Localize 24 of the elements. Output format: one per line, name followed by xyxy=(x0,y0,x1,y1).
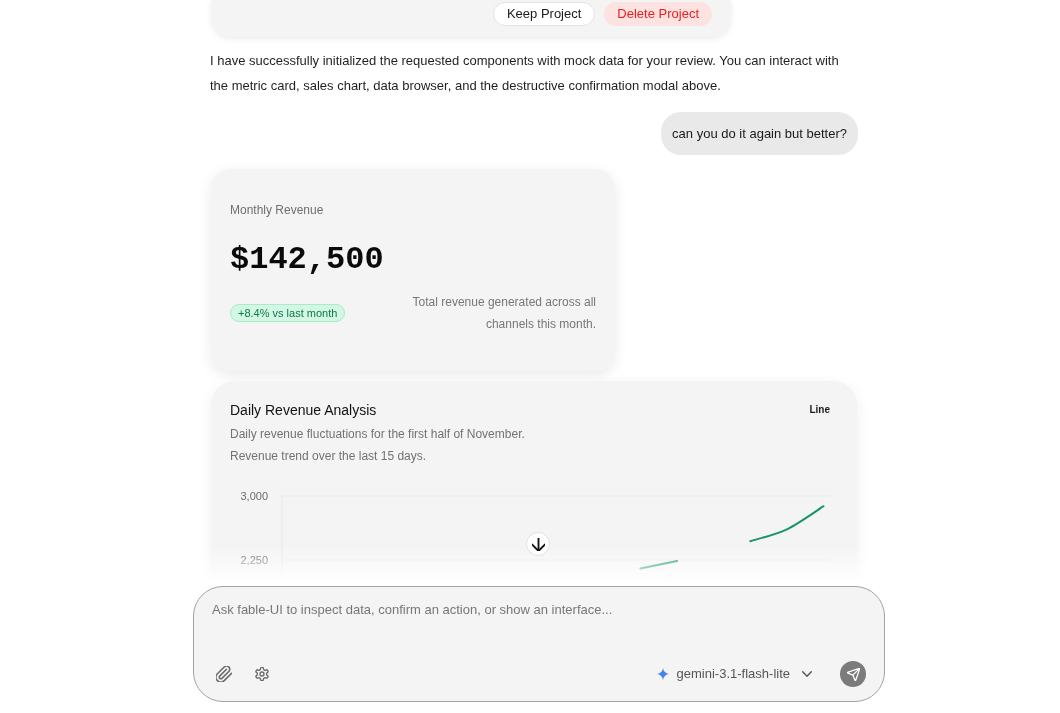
sparkle-icon xyxy=(656,668,669,680)
metric-label: Monthly Revenue xyxy=(230,202,325,218)
chart-description: Daily revenue fluctuations for the first half of November. xyxy=(230,426,525,443)
chevron-down-icon xyxy=(802,671,812,677)
model-selector[interactable]: gemini-3.1-flash-lite xyxy=(654,662,814,686)
axis-label: 2,250 xyxy=(240,554,268,566)
change-badge: +8.4% vs last month xyxy=(230,304,346,322)
user-message: can you do it again but better? xyxy=(661,112,858,155)
chart-type-label: Line xyxy=(809,403,830,417)
arrow-down-icon xyxy=(531,537,545,551)
delete-button[interactable]: Delete Project xyxy=(604,2,712,26)
assistant-message: I have successfully initialized the requested components with mock data for your review. You can interact with the metric card, sales chart, data browser, and the destructive confirmation modal above. xyxy=(210,52,840,95)
metric-value: $142,500 xyxy=(230,240,385,280)
chart-title: Daily Revenue Analysis xyxy=(230,401,378,420)
axis-label: 3,000 xyxy=(240,490,268,502)
secondary-button[interactable]: Keep Project xyxy=(492,2,596,26)
settings-icon xyxy=(255,667,269,681)
chat-input-box[interactable]: Ask fable-UI to inspect data, confirm an action, or show an interface... gemini-3.1-flash-lite xyxy=(193,586,885,702)
send-icon xyxy=(846,667,860,681)
paperclip-icon xyxy=(216,666,232,682)
send-button[interactable] xyxy=(840,661,866,687)
chart-description: Revenue trend over the last 15 days. xyxy=(230,448,428,465)
metric-description: Total revenue generated across all channels this month. xyxy=(411,294,596,333)
message-input[interactable]: Ask fable-UI to inspect data, confirm an action, or show an interface... xyxy=(194,587,884,637)
